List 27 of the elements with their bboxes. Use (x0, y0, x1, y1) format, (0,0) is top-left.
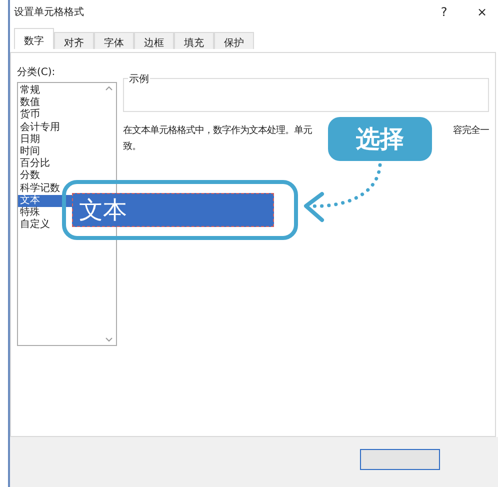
scroll-down-icon[interactable] (104, 337, 112, 342)
tab[interactable]: 保护 (214, 32, 254, 49)
category-item[interactable]: 会计专用 (18, 122, 101, 134)
description-text: 在文本单元格格式中，数字作为文本处理。单元 (123, 124, 312, 137)
category-label: 分类(C): (17, 66, 56, 79)
tab[interactable]: 边框 (134, 32, 174, 49)
category-item[interactable]: 时间 (18, 146, 101, 158)
window-title: 设置单元格格式 (14, 6, 85, 19)
category-item[interactable]: 分数 (18, 170, 101, 182)
tab[interactable]: 填充 (174, 32, 214, 49)
close-button[interactable]: × (472, 5, 492, 19)
category-item[interactable]: 常规 (18, 85, 101, 98)
description-text: 容完全一 (453, 124, 489, 137)
category-item[interactable]: 数值 (18, 97, 101, 110)
category-item[interactable]: 货币 (18, 109, 101, 122)
description-text: 致。 (123, 140, 142, 153)
sample-label: 示例 (128, 72, 150, 86)
callout-bubble: 选择 (328, 117, 432, 161)
tab[interactable]: 字体 (94, 32, 134, 49)
scroll-up-icon[interactable] (104, 86, 112, 91)
category-item[interactable]: 日期 (18, 134, 101, 146)
tab[interactable]: 数字 (14, 28, 54, 49)
help-button[interactable]: ? (434, 5, 454, 19)
category-item[interactable]: 百分比 (18, 158, 101, 170)
dialog-button[interactable] (360, 449, 440, 470)
magnified-item: 文本 (72, 193, 274, 227)
tab[interactable]: 对齐 (54, 32, 94, 49)
